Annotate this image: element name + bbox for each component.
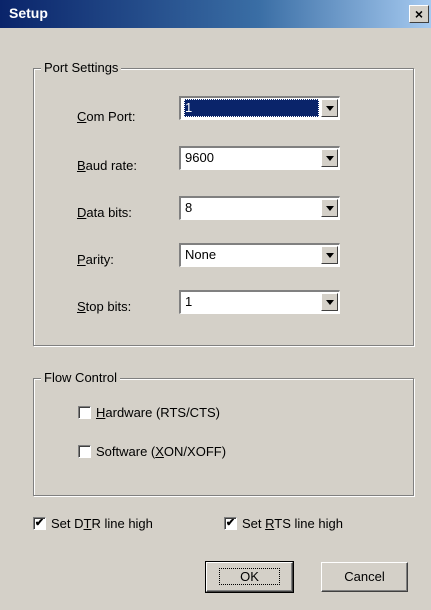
software-label[interactable]: Software (XON/XOFF) <box>96 444 226 459</box>
dtr-label[interactable]: Set DTR line high <box>51 516 153 531</box>
data-bits-label: Data bits: <box>77 205 132 220</box>
com-port-label: Com Port: <box>77 109 136 124</box>
port-settings-legend: Port Settings <box>41 60 122 75</box>
close-button[interactable]: × <box>409 5 429 23</box>
stop-bits-value: 1 <box>185 294 193 309</box>
chevron-down-icon[interactable] <box>321 99 338 117</box>
software-checkbox[interactable] <box>78 445 91 458</box>
rts-label[interactable]: Set RTS line high <box>242 516 343 531</box>
data-bits-value: 8 <box>185 200 193 215</box>
baud-rate-label: Baud rate: <box>77 158 137 173</box>
chevron-down-icon[interactable] <box>321 199 338 217</box>
cancel-label: Cancel <box>344 569 385 584</box>
parity-value: None <box>185 247 217 262</box>
stop-bits-label: Stop bits: <box>77 299 132 314</box>
checkmark-icon: ✔ <box>225 517 236 529</box>
baud-rate-value: 9600 <box>185 150 214 165</box>
title-bar: Setup × <box>0 0 431 28</box>
stop-bits-select[interactable]: 1 <box>179 290 340 314</box>
close-icon: × <box>414 6 424 22</box>
cancel-button[interactable]: Cancel <box>321 562 408 592</box>
flow-control-legend: Flow Control <box>41 370 120 385</box>
com-port-value: 1 <box>184 99 319 117</box>
hardware-checkbox[interactable] <box>78 406 91 419</box>
window-title: Setup <box>9 5 48 21</box>
baud-rate-select[interactable]: 9600 <box>179 146 340 170</box>
parity-label: Parity: <box>77 252 114 267</box>
data-bits-select[interactable]: 8 <box>179 196 340 220</box>
dtr-checkbox[interactable]: ✔ <box>33 517 46 530</box>
port-settings-group: Port Settings Com Port: 1 Baud rate: 960… <box>33 60 414 346</box>
parity-select[interactable]: None <box>179 243 340 267</box>
checkmark-icon: ✔ <box>34 517 45 529</box>
flow-control-group: Flow Control Hardware (RTS/CTS) Software… <box>33 370 414 496</box>
chevron-down-icon[interactable] <box>321 149 338 167</box>
com-port-select[interactable]: 1 <box>179 96 340 120</box>
ok-button[interactable]: OK <box>205 561 294 593</box>
rts-checkbox[interactable]: ✔ <box>224 517 237 530</box>
hardware-label[interactable]: Hardware (RTS/CTS) <box>96 405 220 420</box>
chevron-down-icon[interactable] <box>321 246 338 264</box>
chevron-down-icon[interactable] <box>321 293 338 311</box>
ok-label: OK <box>219 568 280 585</box>
